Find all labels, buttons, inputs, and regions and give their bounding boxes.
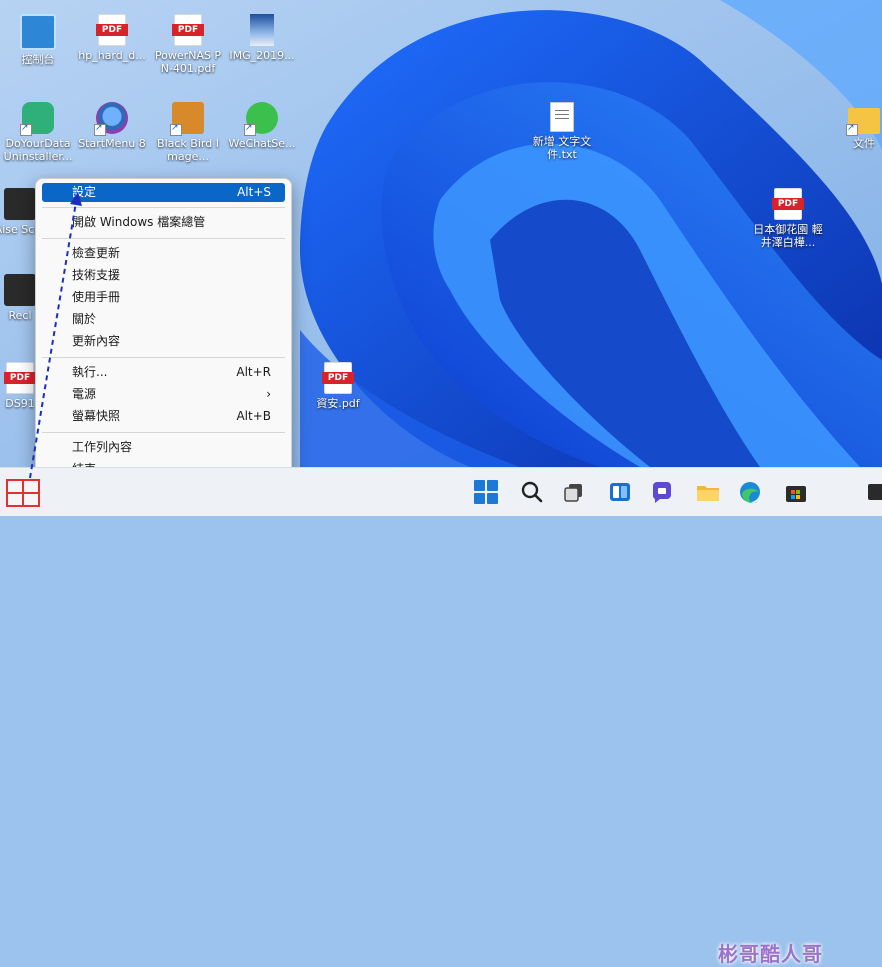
menu-item-label: 開啟 Windows 檔案總管 — [72, 215, 206, 229]
desktop-icon-black-bird[interactable]: Black Bird Image... — [150, 102, 226, 163]
desktop-icon-label: DoYourData Uninstaller... — [3, 137, 73, 163]
desktop-icon-label: PowerNAS PN-401.pdf — [154, 49, 222, 75]
control-panel-icon — [20, 14, 56, 50]
desktop-icon-label: 控制台 — [21, 53, 55, 66]
pdf-file-icon — [4, 362, 36, 394]
pdf-file-icon — [772, 188, 804, 220]
desktop-icon-img-2019[interactable]: IMG_2019... — [224, 14, 300, 62]
start-context-menu: 設定 Alt+S 開啟 Windows 檔案總管 檢查更新 技術支援 使用手冊 … — [35, 178, 292, 483]
app-icon — [4, 274, 36, 306]
menu-item-open-explorer[interactable]: 開啟 Windows 檔案總管 — [42, 213, 285, 232]
desktop-icon-label: 資安.pdf — [316, 397, 360, 410]
menu-item-label: 電源 — [72, 387, 97, 401]
desktop-icon-control-panel[interactable]: 控制台 — [0, 14, 76, 66]
aiseesoft-app-icon — [4, 188, 36, 220]
file-explorer-icon[interactable] — [694, 478, 722, 506]
shortcut-arrow-icon — [846, 122, 858, 136]
image-file-icon — [250, 14, 274, 46]
wechat-app-icon — [244, 102, 278, 136]
menu-item-support[interactable]: 技術支援 — [42, 266, 285, 285]
desktop-icon-label: Black Bird Image... — [157, 137, 219, 163]
desktop-icon-wechat[interactable]: WeChatSe... — [224, 102, 300, 150]
chat-icon[interactable] — [648, 478, 676, 506]
terminal-icon[interactable] — [866, 478, 882, 506]
menu-item-label: 設定 — [72, 185, 97, 199]
menu-item-settings[interactable]: 設定 Alt+S — [42, 183, 285, 202]
store-icon[interactable] — [782, 478, 810, 506]
menu-item-label: 螢幕快照 — [72, 409, 121, 423]
desktop-icon-label: IMG_2019... — [229, 49, 295, 62]
text-file-icon — [550, 102, 574, 132]
pdf-file-icon — [172, 14, 204, 46]
task-view-icon[interactable] — [560, 478, 588, 506]
menu-item-run[interactable]: 執行... Alt+R — [42, 363, 285, 382]
menu-item-label: 使用手冊 — [72, 290, 121, 304]
desktop-icon-label: 新增 文字文件.txt — [532, 135, 592, 161]
menu-item-whats-new[interactable]: 更新內容 — [42, 332, 285, 351]
menu-item-label: 更新內容 — [72, 334, 121, 348]
desktop-icon-new-text-file[interactable]: 新增 文字文件.txt — [524, 102, 600, 161]
desktop-icon-label: StartMenu 8 — [78, 137, 146, 150]
menu-item-label: 關於 — [72, 312, 97, 326]
desktop-icon-hp-hard-d[interactable]: hp_hard_d... — [74, 14, 150, 62]
startmenu8-app-icon — [94, 102, 128, 136]
menu-item-manual[interactable]: 使用手冊 — [42, 288, 285, 307]
menu-item-screenshot[interactable]: 螢幕快照 Alt+B — [42, 407, 285, 426]
edge-icon[interactable] — [736, 478, 764, 506]
menu-item-label: 工作列內容 — [72, 440, 133, 454]
menu-item-label: 技術支援 — [72, 268, 121, 282]
menu-item-label: 檢查更新 — [72, 246, 121, 260]
menu-separator — [42, 238, 285, 239]
menu-item-shortcut: Alt+R — [236, 365, 271, 379]
desktop-icon-documents[interactable]: 文件 — [826, 102, 882, 150]
chevron-right-icon: › — [266, 387, 271, 401]
menu-item-check-updates[interactable]: 檢查更新 — [42, 244, 285, 263]
black-bird-app-icon — [170, 102, 204, 136]
desktop-icon-label: hp_hard_d... — [78, 49, 146, 62]
menu-item-shortcut: Alt+B — [236, 409, 271, 423]
desktop-icon-japan-garden-pdf[interactable]: 日本御花園 輕井澤白樺... — [750, 188, 826, 249]
watermark-text: 彬哥酷人哥 — [718, 942, 823, 966]
pdf-file-icon — [96, 14, 128, 46]
shortcut-arrow-icon — [170, 122, 182, 136]
folder-icon — [846, 108, 880, 136]
desktop-icon-doyourdata[interactable]: DoYourData Uninstaller... — [0, 102, 76, 163]
start-button-highlighted[interactable] — [6, 479, 40, 507]
menu-item-shortcut: Alt+S — [237, 185, 271, 199]
menu-item-taskbar-properties[interactable]: 工作列內容 — [42, 438, 285, 457]
start-icon[interactable] — [472, 478, 500, 506]
desktop-icon-label: 日本御花園 輕井澤白樺... — [753, 223, 823, 249]
menu-separator — [42, 207, 285, 208]
doyourdata-app-icon — [20, 102, 54, 136]
shortcut-arrow-icon — [20, 122, 32, 136]
shortcut-arrow-icon — [94, 122, 106, 136]
widgets-icon[interactable] — [606, 478, 634, 506]
menu-item-label: 執行... — [72, 365, 108, 379]
desktop-icon-label: WeChatSe... — [228, 137, 296, 150]
menu-item-power[interactable]: 電源 › — [42, 385, 285, 404]
desktop-icon-label: 文件 — [853, 137, 875, 150]
pdf-file-icon — [322, 362, 354, 394]
shortcut-arrow-icon — [244, 122, 256, 136]
menu-item-about[interactable]: 關於 — [42, 310, 285, 329]
menu-separator — [42, 357, 285, 358]
desktop-icon-startmenu8[interactable]: StartMenu 8 — [74, 102, 150, 150]
desktop-icon-security-pdf[interactable]: 資安.pdf — [300, 362, 376, 410]
taskbar: 彬哥酷人哥 — [0, 467, 882, 966]
desktop-icon-powernas-pdf[interactable]: PowerNAS PN-401.pdf — [150, 14, 226, 75]
search-icon[interactable] — [518, 478, 546, 506]
menu-separator — [42, 432, 285, 433]
